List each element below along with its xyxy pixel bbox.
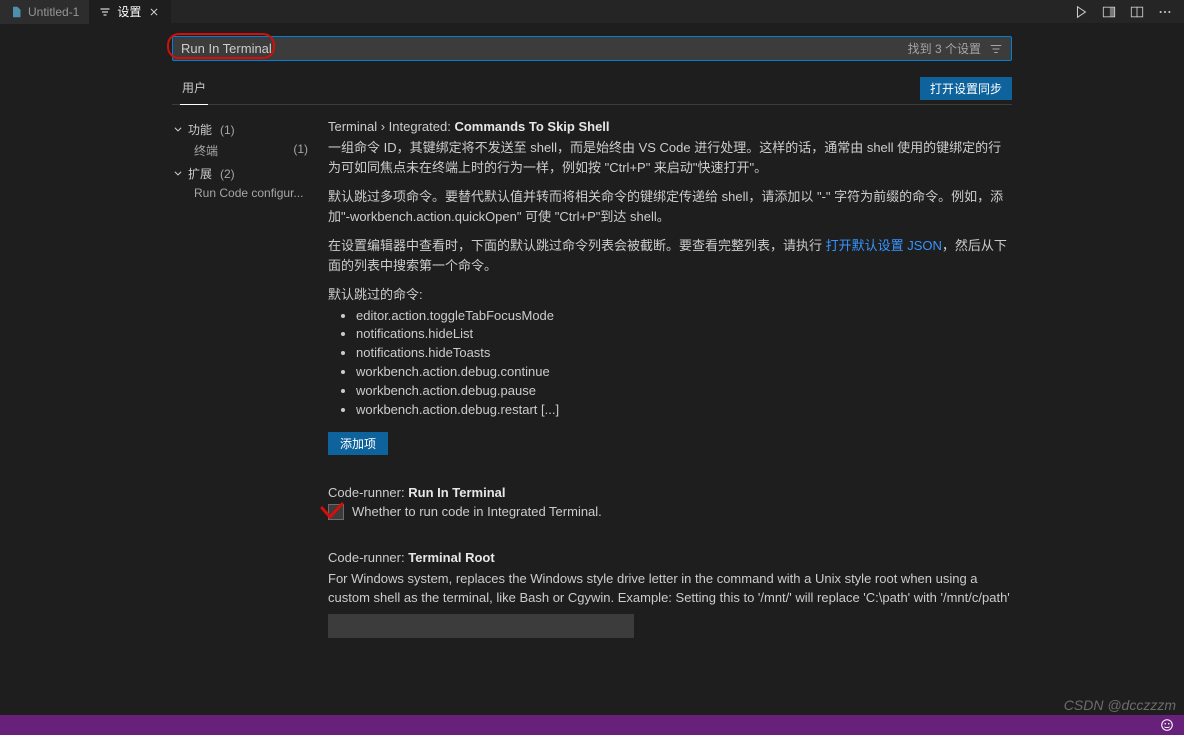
feedback-icon[interactable] bbox=[1160, 718, 1174, 732]
open-default-settings-json-link[interactable]: 打开默认设置 JSON bbox=[826, 238, 942, 253]
open-settings-sync-button[interactable]: 打开设置同步 bbox=[920, 77, 1012, 100]
toc-group-count: (2) bbox=[216, 167, 235, 181]
tab-label: 设置 bbox=[117, 3, 141, 20]
editor-actions bbox=[1062, 5, 1184, 19]
toc-item-label: 终端 bbox=[194, 142, 218, 159]
list-item: notifications.hideToasts bbox=[356, 344, 1012, 363]
chevron-down-icon bbox=[172, 123, 184, 137]
layout-icon[interactable] bbox=[1130, 5, 1144, 19]
watermark-text: CSDN @dcczzzm bbox=[1064, 697, 1176, 713]
toc-group-label: 扩展 bbox=[188, 165, 212, 182]
list-item: editor.action.toggleTabFocusMode bbox=[356, 307, 1012, 326]
setting-checkbox-row: Whether to run code in Integrated Termin… bbox=[328, 504, 1012, 520]
settings-search-input-wrap[interactable]: 找到 3 个设置 bbox=[172, 36, 1012, 61]
setting-title: Terminal › Integrated: Commands To Skip … bbox=[328, 119, 1012, 134]
settings-search-row: 找到 3 个设置 bbox=[172, 36, 1012, 61]
settings-search-input[interactable] bbox=[181, 41, 902, 56]
add-item-button[interactable]: 添加项 bbox=[328, 432, 388, 455]
toc-group-label: 功能 bbox=[188, 121, 212, 138]
more-icon[interactable] bbox=[1158, 5, 1172, 19]
toc-item-label: Run Code configur... bbox=[194, 186, 303, 200]
status-bar bbox=[0, 715, 1184, 735]
setting-title: Code-runner: Terminal Root bbox=[328, 550, 1012, 565]
list-item: workbench.action.debug.pause bbox=[356, 382, 1012, 401]
settings-scope-row: 用户 打开设置同步 bbox=[172, 73, 1012, 105]
editor-tabbar: Untitled-1 设置 bbox=[0, 0, 1184, 24]
close-icon[interactable] bbox=[147, 5, 161, 19]
list-item: workbench.action.debug.restart [...] bbox=[356, 401, 1012, 420]
tab-label: Untitled-1 bbox=[28, 5, 79, 19]
setting-commands-to-skip-shell: Terminal › Integrated: Commands To Skip … bbox=[328, 119, 1012, 459]
toc-item-run-code-config[interactable]: Run Code configur... (2) bbox=[172, 184, 308, 202]
setting-description: For Windows system, replaces the Windows… bbox=[328, 569, 1012, 608]
search-result-count: 找到 3 个设置 bbox=[908, 40, 981, 57]
settings-filter-icon[interactable] bbox=[989, 42, 1003, 56]
settings-toc: 功能 (1) 终端 (1) 扩展 (2) Run Code configu bbox=[172, 111, 308, 668]
setting-terminal-root: Code-runner: Terminal Root For Windows s… bbox=[328, 550, 1012, 642]
split-right-icon[interactable] bbox=[1102, 5, 1116, 19]
setting-description: 一组命令 ID，其键绑定将不发送至 shell，而是始终由 VS Code 进行… bbox=[328, 138, 1012, 455]
setting-run-in-terminal: Code-runner: Run In Terminal Whether to … bbox=[328, 485, 1012, 524]
skip-commands-list: editor.action.toggleTabFocusMode notific… bbox=[328, 307, 1012, 420]
toc-item-count: (1) bbox=[289, 142, 308, 159]
run-in-terminal-checkbox[interactable] bbox=[328, 504, 344, 520]
run-icon[interactable] bbox=[1074, 5, 1088, 19]
list-item: workbench.action.debug.continue bbox=[356, 363, 1012, 382]
list-item: notifications.hideList bbox=[356, 325, 1012, 344]
settings-editor: 找到 3 个设置 用户 打开设置同步 功能 (1) bbox=[0, 24, 1184, 668]
settings-content: Terminal › Integrated: Commands To Skip … bbox=[328, 111, 1012, 668]
toc-item-terminal[interactable]: 终端 (1) bbox=[172, 140, 308, 161]
tab-settings[interactable]: 设置 bbox=[89, 0, 171, 24]
setting-description: Whether to run code in Integrated Termin… bbox=[352, 504, 602, 519]
terminal-root-input[interactable] bbox=[328, 614, 634, 638]
toc-group-extensions[interactable]: 扩展 (2) bbox=[172, 163, 308, 184]
settings-filter-icon bbox=[99, 6, 111, 18]
scope-tab-user[interactable]: 用户 bbox=[172, 73, 216, 104]
file-icon bbox=[10, 6, 22, 18]
toc-group-features[interactable]: 功能 (1) bbox=[172, 119, 308, 140]
tab-untitled[interactable]: Untitled-1 bbox=[0, 0, 89, 24]
toc-item-count: (2) bbox=[303, 186, 308, 200]
chevron-down-icon bbox=[172, 167, 184, 181]
toc-group-count: (1) bbox=[216, 123, 235, 137]
setting-title: Code-runner: Run In Terminal bbox=[328, 485, 1012, 500]
